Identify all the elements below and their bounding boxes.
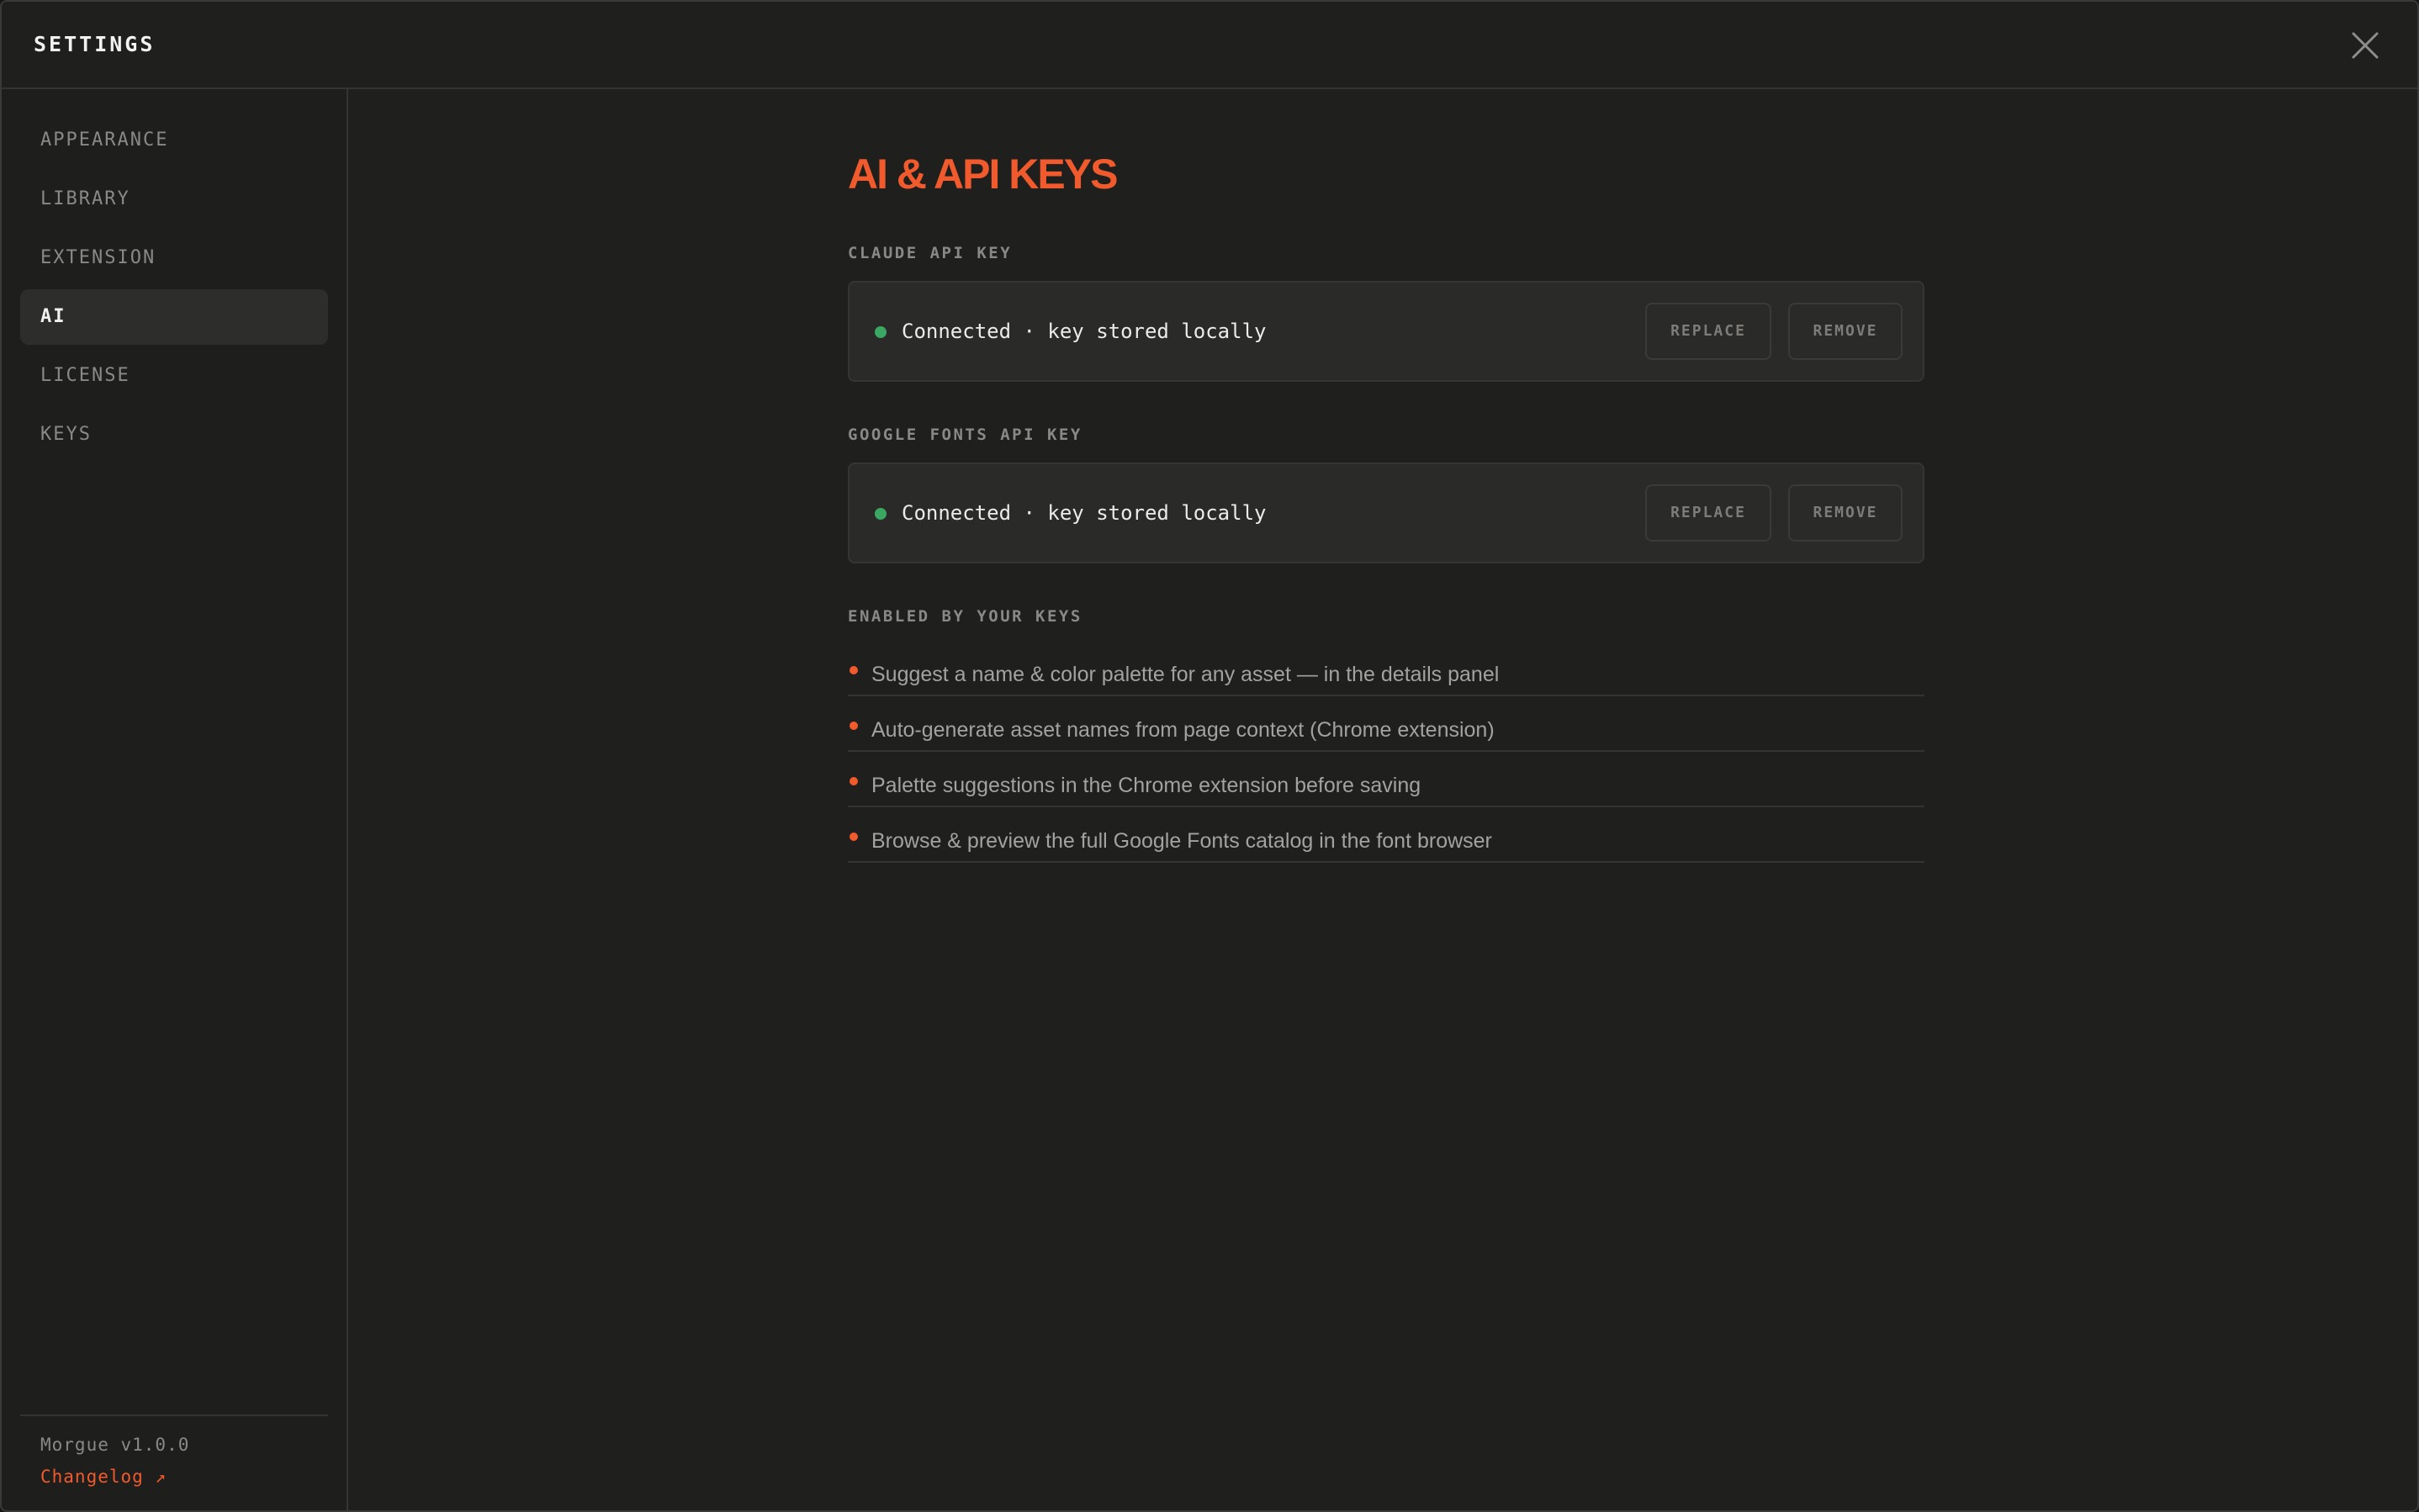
claude-api-key-label: CLAUDE API KEY (848, 244, 1013, 262)
sidebar-item-library[interactable]: LIBRARY (20, 172, 328, 227)
sidebar-item-extension[interactable]: EXTENSION (20, 230, 328, 286)
google-fonts-replace-button[interactable]: REPLACE (1645, 484, 1771, 542)
feature-text: Palette suggestions in the Chrome extens… (871, 774, 1421, 797)
sidebar-divider (20, 1414, 328, 1416)
settings-header: SETTINGS (2, 2, 2417, 89)
enabled-by-keys-label: ENABLED BY YOUR KEYS (848, 607, 1082, 626)
google-fonts-api-key-card: Connected · key stored locally REPLACE R… (848, 463, 1924, 563)
settings-title: SETTINGS (34, 32, 156, 56)
feature-text: Browse & preview the full Google Fonts c… (871, 829, 1492, 853)
list-item: Palette suggestions in the Chrome extens… (848, 752, 1924, 807)
changelog-link[interactable]: Changelog ↗ (40, 1467, 167, 1487)
feature-text: Auto-generate asset names from page cont… (871, 718, 1495, 742)
list-item: Auto-generate asset names from page cont… (848, 696, 1924, 752)
sidebar-item-label: KEYS (40, 424, 92, 445)
enabled-features-list: Suggest a name & color palette for any a… (848, 641, 1924, 863)
bullet-icon (850, 666, 858, 674)
sidebar-item-license[interactable]: LICENSE (20, 348, 328, 404)
connected-status-icon (875, 326, 887, 338)
bullet-icon (850, 722, 858, 730)
sidebar-item-keys[interactable]: KEYS (20, 407, 328, 463)
sidebar-item-label: LIBRARY (40, 188, 130, 209)
page-title: AI & API KEYS (848, 151, 1118, 198)
app-version: Morgue v1.0.0 (40, 1435, 190, 1455)
connected-status-icon (875, 508, 887, 520)
claude-key-status: Connected · key stored locally (902, 320, 1267, 343)
settings-window: SETTINGS APPEARANCE LIBRARY EXTENSION AI… (0, 0, 2419, 1512)
bullet-icon (850, 777, 858, 785)
claude-replace-button[interactable]: REPLACE (1645, 303, 1771, 360)
bullet-icon (850, 833, 858, 841)
sidebar-item-label: EXTENSION (40, 247, 156, 268)
claude-remove-button[interactable]: REMOVE (1788, 303, 1903, 360)
list-item: Suggest a name & color palette for any a… (848, 641, 1924, 696)
google-fonts-remove-button[interactable]: REMOVE (1788, 484, 1903, 542)
close-icon (2352, 32, 2379, 59)
list-item: Browse & preview the full Google Fonts c… (848, 807, 1924, 863)
close-button[interactable] (2347, 27, 2384, 64)
feature-text: Suggest a name & color palette for any a… (871, 663, 1500, 686)
sidebar-item-label: LICENSE (40, 365, 130, 386)
sidebar-item-ai[interactable]: AI (20, 289, 328, 345)
sidebar-item-appearance[interactable]: APPEARANCE (20, 113, 328, 168)
sidebar-item-label: APPEARANCE (40, 130, 169, 151)
settings-sidebar: APPEARANCE LIBRARY EXTENSION AI LICENSE … (2, 89, 348, 1510)
settings-main: AI & API KEYS CLAUDE API KEY Connected ·… (350, 89, 2417, 1510)
sidebar-item-label: AI (40, 306, 66, 327)
claude-api-key-card: Connected · key stored locally REPLACE R… (848, 281, 1924, 382)
google-fonts-key-status: Connected · key stored locally (902, 501, 1267, 525)
google-fonts-api-key-label: GOOGLE FONTS API KEY (848, 426, 1082, 444)
